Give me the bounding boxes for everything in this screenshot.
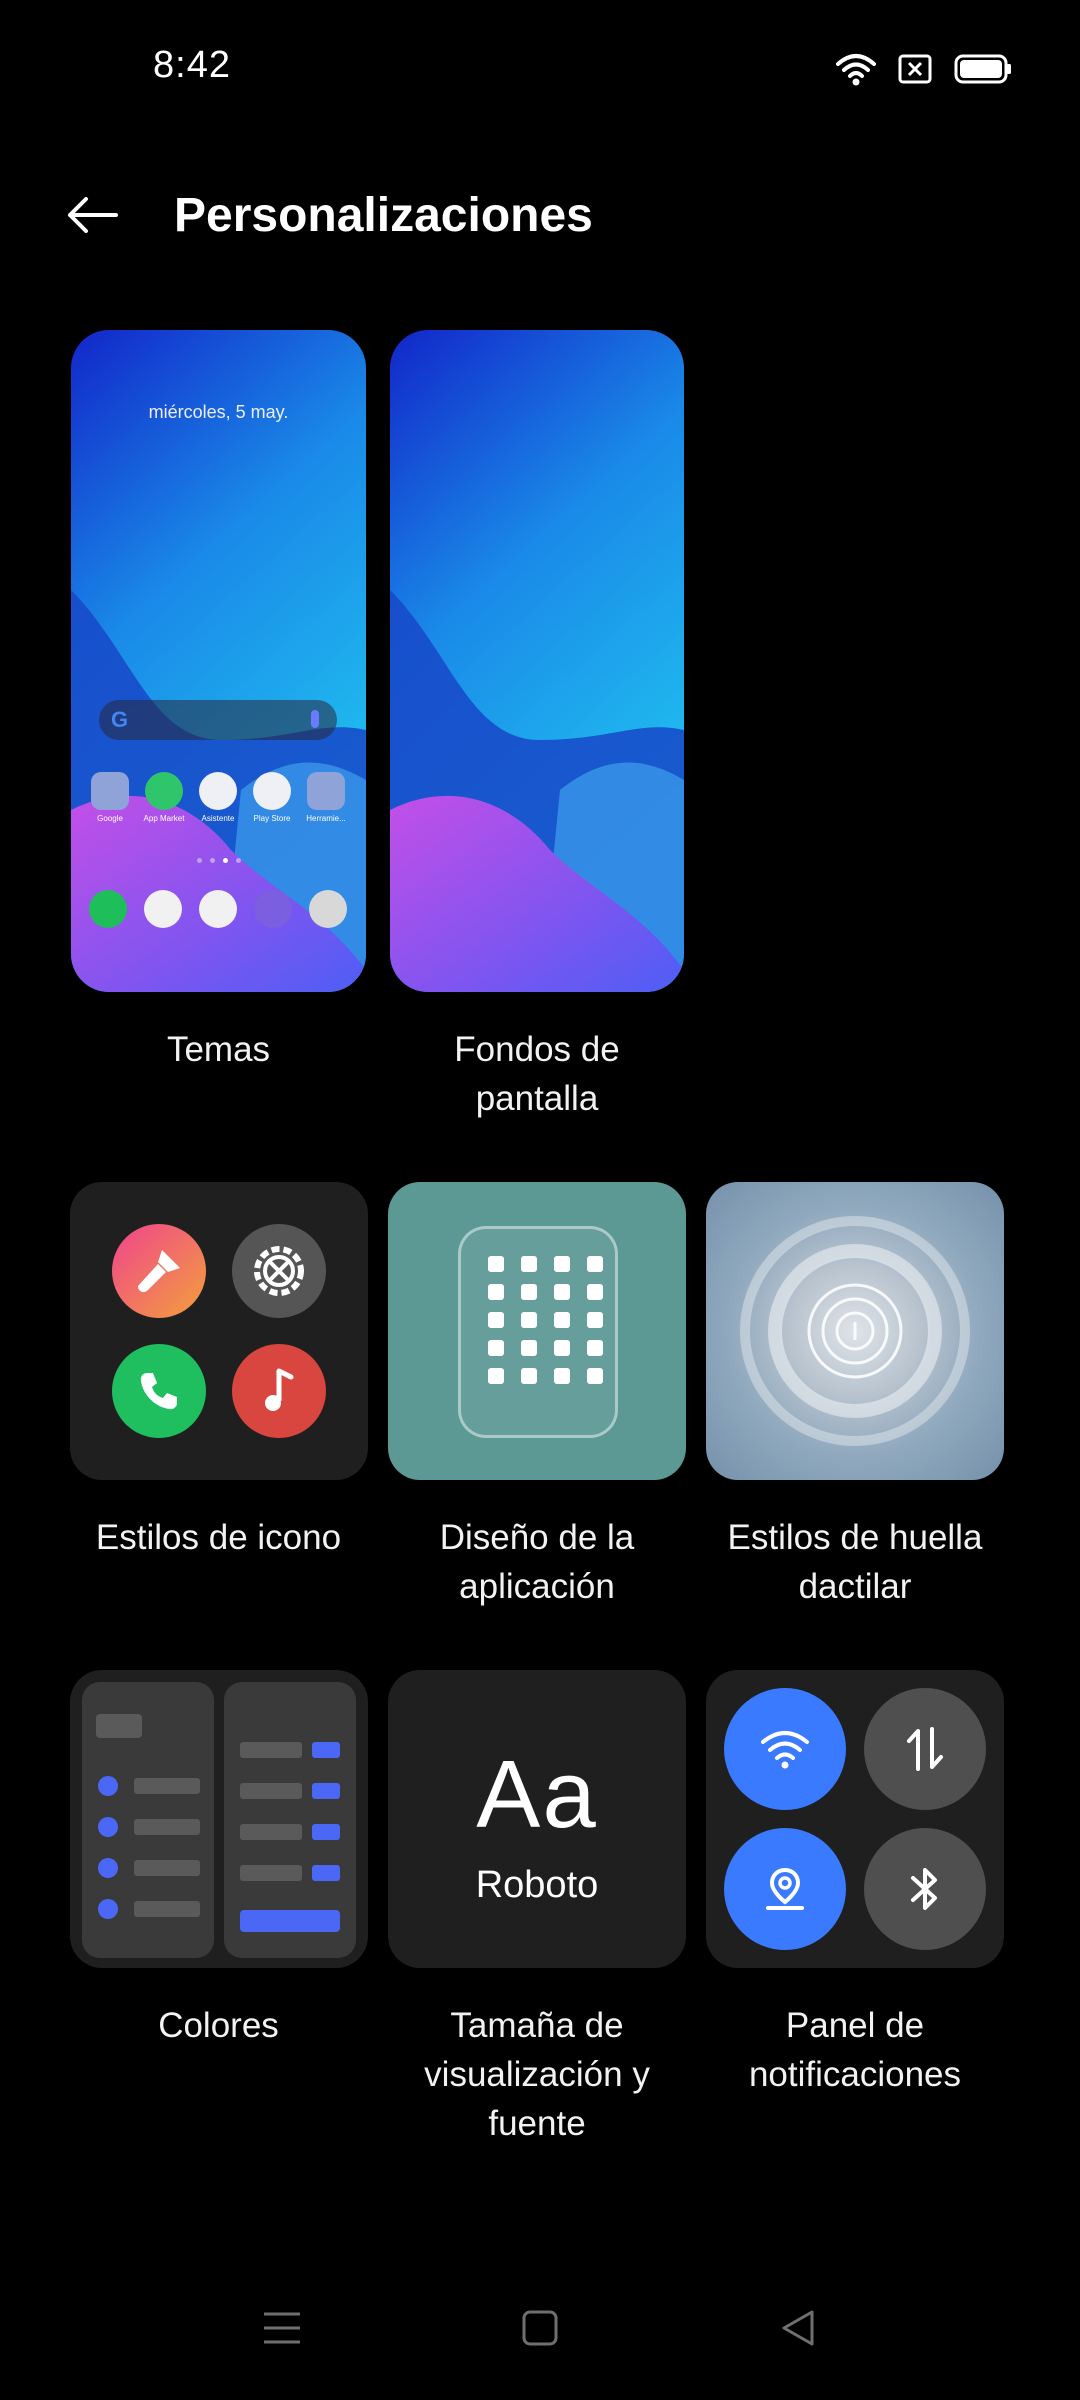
layout-phone-frame bbox=[458, 1226, 618, 1438]
page-title: Personalizaciones bbox=[174, 189, 593, 242]
wallpapers-tile[interactable] bbox=[390, 330, 684, 992]
colors-panel-left bbox=[82, 1682, 214, 1958]
status-time: 8:42 bbox=[153, 44, 231, 86]
status-bar: 8:42 bbox=[0, 0, 1080, 140]
colors-tile[interactable] bbox=[70, 1670, 368, 1968]
wallpaper-preview bbox=[390, 330, 684, 992]
folder-icon bbox=[91, 772, 129, 810]
music-icon bbox=[232, 1344, 326, 1438]
preview-app: Google bbox=[89, 772, 131, 823]
icon-styles-tile[interactable] bbox=[70, 1182, 368, 1480]
google-icon: G bbox=[111, 707, 129, 732]
menu-icon bbox=[264, 2312, 300, 2344]
navigation-bar bbox=[0, 2270, 1080, 2400]
wifi-icon bbox=[836, 52, 876, 91]
mic-icon bbox=[311, 710, 319, 728]
play-store-icon bbox=[253, 772, 291, 810]
font-name: Roboto bbox=[475, 1864, 599, 1906]
notification-panel-label: Panel de notificaciones bbox=[748, 2006, 962, 2094]
assistant-icon bbox=[199, 772, 237, 810]
wallpapers-label: Fondos de pantalla bbox=[454, 1030, 620, 1118]
font-size-label: Tamaña de visualización y fuente bbox=[424, 2006, 650, 2143]
icon-styles-label: Estilos de icono bbox=[95, 1518, 342, 1557]
phone-icon bbox=[89, 890, 127, 928]
location-icon bbox=[724, 1828, 846, 1950]
app-layout-tile[interactable] bbox=[388, 1182, 686, 1480]
arrow-left-icon bbox=[68, 197, 118, 233]
brush-icon bbox=[112, 1224, 206, 1318]
home-icon bbox=[522, 2310, 558, 2346]
font-size-tile[interactable]: Aa Roboto bbox=[388, 1670, 686, 1968]
chrome-icon bbox=[199, 890, 237, 928]
preview-date: miércoles, 5 may. bbox=[148, 402, 289, 422]
gallery-icon bbox=[254, 890, 292, 928]
preview-app: App Market bbox=[143, 772, 185, 823]
preview-page-dots bbox=[71, 858, 366, 863]
app-grid-icon bbox=[488, 1256, 603, 1384]
home-button[interactable] bbox=[510, 2298, 570, 2358]
themes-tile[interactable]: miércoles, 5 may. G Google App Market As… bbox=[71, 330, 366, 992]
wifi-toggle-icon bbox=[724, 1688, 846, 1810]
fingerprint-styles-tile[interactable] bbox=[706, 1182, 1004, 1480]
messages-icon bbox=[144, 890, 182, 928]
notification-panel-tile[interactable] bbox=[706, 1670, 1004, 1968]
tools-folder-icon bbox=[307, 772, 345, 810]
fingerprint-styles-label: Estilos de huella dactilar bbox=[727, 1518, 983, 1606]
preview-app: Asistente bbox=[197, 772, 239, 823]
battery-icon bbox=[954, 54, 1012, 89]
preview-dock bbox=[89, 890, 347, 928]
phone-icon bbox=[112, 1344, 206, 1438]
preview-app: Play Store bbox=[251, 772, 293, 823]
no-sim-icon bbox=[898, 54, 932, 89]
gear-icon bbox=[232, 1224, 326, 1318]
status-icons bbox=[836, 52, 1012, 91]
font-sample: Aa bbox=[476, 1741, 598, 1848]
colors-panel-right bbox=[224, 1682, 356, 1958]
app-market-icon bbox=[145, 772, 183, 810]
colors-label: Colores bbox=[158, 2006, 279, 2045]
camera-icon bbox=[309, 890, 347, 928]
themes-label: Temas bbox=[166, 1030, 271, 1069]
back-nav-button[interactable] bbox=[768, 2298, 828, 2358]
preview-app: Herramie... bbox=[305, 772, 347, 823]
back-button[interactable] bbox=[62, 185, 122, 245]
app-layout-label: Diseño de la aplicación bbox=[439, 1518, 635, 1606]
fingerprint-icon bbox=[740, 1216, 970, 1446]
preview-app-row: Google App Market Asistente Play Store H… bbox=[89, 772, 347, 823]
menu-button[interactable] bbox=[252, 2298, 312, 2358]
mobile-data-icon bbox=[864, 1688, 986, 1810]
preview-search-bar: G bbox=[99, 700, 337, 740]
triangle-back-icon bbox=[782, 2310, 814, 2346]
bluetooth-icon bbox=[864, 1828, 986, 1950]
